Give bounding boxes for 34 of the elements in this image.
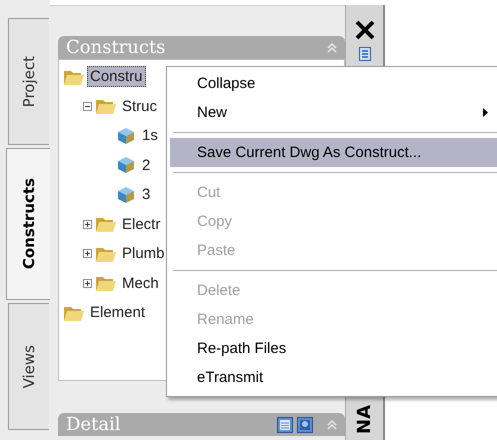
expand-toggle-icon[interactable] bbox=[83, 278, 93, 288]
side-tab[interactable]: Views bbox=[8, 303, 49, 430]
preview-icon[interactable] bbox=[297, 416, 313, 432]
tree-item[interactable]: Electr bbox=[119, 214, 164, 235]
box-icon bbox=[115, 126, 137, 145]
box-icon bbox=[115, 186, 137, 204]
menu-item[interactable]: Re-path Files bbox=[170, 334, 497, 363]
tree-item[interactable]: Mech bbox=[119, 272, 162, 294]
tree-item[interactable]: Plumb bbox=[119, 243, 168, 264]
tree-item[interactable]: 2 bbox=[139, 154, 154, 176]
properties-icon[interactable] bbox=[358, 47, 370, 61]
box-icon bbox=[115, 156, 137, 174]
menu-item[interactable]: eTransmit bbox=[170, 363, 497, 392]
expand-toggle-icon[interactable] bbox=[83, 249, 93, 258]
tree-item[interactable]: Struc bbox=[119, 96, 160, 117]
folder-icon bbox=[95, 215, 117, 234]
tree-item[interactable]: Constru bbox=[87, 66, 146, 88]
menu-item[interactable]: Collapse bbox=[170, 69, 497, 98]
menu-item[interactable]: New bbox=[170, 98, 497, 127]
menu-item[interactable]: Save Current Dwg As Construct... bbox=[170, 138, 497, 167]
folder-icon bbox=[95, 97, 117, 116]
side-tab[interactable]: Constructs bbox=[6, 148, 51, 300]
folder-icon bbox=[95, 274, 117, 292]
list-view-icon[interactable] bbox=[277, 416, 293, 432]
panel-title: Constructs bbox=[66, 38, 166, 56]
tree-item[interactable]: 3 bbox=[139, 184, 154, 206]
close-icon[interactable] bbox=[354, 19, 376, 41]
tree-item[interactable]: Element bbox=[87, 302, 148, 324]
expand-toggle-icon[interactable] bbox=[83, 220, 93, 229]
tree-item[interactable]: 1s bbox=[139, 125, 161, 146]
panel-title: Detail bbox=[66, 416, 122, 434]
collapse-toggle-icon[interactable] bbox=[83, 102, 93, 111]
side-tab[interactable]: Project bbox=[8, 18, 49, 145]
palette-title: NA bbox=[354, 405, 375, 434]
